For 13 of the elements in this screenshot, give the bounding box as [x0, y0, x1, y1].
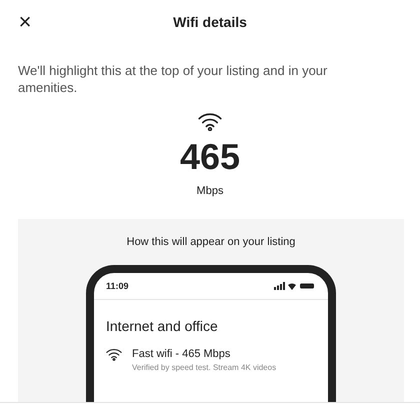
wifi-icon	[198, 112, 222, 132]
speed-value: 465	[180, 137, 240, 178]
amenity-title: Fast wifi - 465 Mbps	[132, 348, 232, 360]
close-button[interactable]: ×	[16, 11, 34, 33]
amenity-subtitle: Verified by speed test. Stream 4K videos	[132, 363, 276, 372]
description: We'll highlight this at the top of your listing and in your amenities.	[18, 62, 328, 96]
section-title: Internet and office	[106, 318, 219, 334]
window-title: Wifi details	[173, 14, 247, 30]
status-icons	[274, 282, 316, 290]
status-time: 11:09	[106, 281, 129, 292]
speed-unit: Mbps	[196, 185, 224, 198]
preview-heading: How this will appear on your listing	[126, 236, 296, 248]
wifi-icon	[106, 348, 122, 361]
